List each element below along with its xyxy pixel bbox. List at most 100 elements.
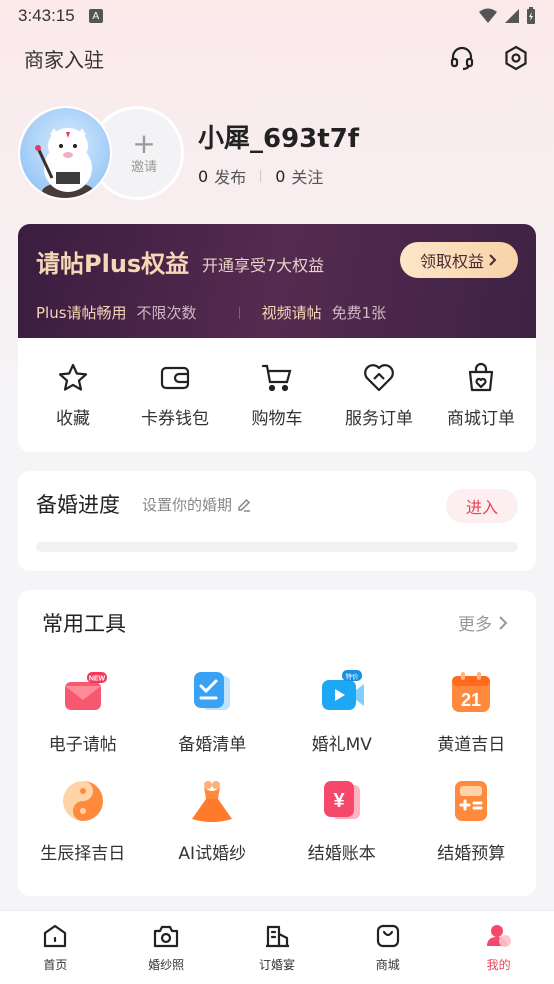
tool-label: 结婚预算 — [437, 844, 506, 864]
yin-yang-icon — [62, 781, 103, 821]
plus-benefits-row: Plus请帖畅用 不限次数 视频请帖 免费1张 — [36, 302, 518, 323]
profile-stats: 0 发布 0 关注 — [198, 164, 323, 188]
tools-more-link[interactable]: 更多 — [458, 610, 508, 635]
budget-calculator-icon — [455, 781, 488, 821]
tool-ai-dress[interactable]: AI试婚纱 — [148, 777, 278, 864]
cart-button[interactable]: 购物车 — [227, 362, 327, 429]
username: 小犀_693t7f — [198, 124, 360, 154]
common-tools-card: 常用工具 更多 NEW 电子请帖 备婚清单 特价 婚礼MV 21 黄道吉日 生辰… — [18, 590, 536, 896]
service-order-icon — [364, 363, 394, 391]
tools-grid: NEW 电子请帖 备婚清单 特价 婚礼MV 21 黄道吉日 生辰择吉日 AI试婚… — [18, 668, 536, 864]
signal-icon — [505, 9, 519, 23]
tab-me[interactable]: 我的 — [449, 922, 549, 973]
cart-label: 购物车 — [251, 408, 303, 429]
cart-icon — [261, 364, 292, 391]
tool-auspicious-days[interactable]: 21 黄道吉日 — [407, 668, 537, 755]
checklist-icon — [194, 672, 231, 710]
tab-label: 首页 — [43, 958, 68, 972]
following-count[interactable]: 0 — [275, 167, 285, 186]
claim-benefits-button[interactable]: 领取权益 — [400, 242, 518, 278]
invite-label: 邀请 — [130, 159, 157, 175]
enter-prep-button[interactable]: 进入 — [446, 489, 518, 523]
quick-actions: 收藏 卡券钱包 购物车 服务订单 商城订单 — [18, 338, 536, 452]
favorites-label: 收藏 — [56, 408, 90, 429]
calendar-icon: 21 — [452, 672, 491, 712]
tool-label: 备婚清单 — [178, 735, 247, 755]
tool-wedding-budget[interactable]: 结婚预算 — [407, 777, 537, 864]
tab-label: 我的 — [486, 958, 511, 972]
following-label[interactable]: 关注 — [291, 164, 323, 188]
tool-label: AI试婚纱 — [178, 844, 247, 864]
tool-e-invitation[interactable]: NEW 电子请帖 — [18, 668, 148, 755]
benefit2-key: 视频请帖 — [261, 304, 322, 322]
tab-label: 订婚宴 — [258, 958, 295, 972]
bottom-tab-bar: 首页 婚纱照 订婚宴 商城 我的 — [0, 910, 554, 984]
plus-benefits-card[interactable]: 请帖Plus权益 开通享受7大权益 领取权益 Plus请帖畅用 不限次数 视频请… — [18, 224, 536, 338]
wallet-label: 卡券钱包 — [141, 408, 209, 429]
posts-count[interactable]: 0 — [198, 167, 208, 186]
mall-orders-label: 商城订单 — [447, 408, 515, 429]
tab-label: 商城 — [375, 958, 400, 972]
benefit1-key: Plus请帖畅用 — [36, 304, 127, 322]
new-badge-text: NEW — [89, 676, 106, 683]
tool-label: 电子请帖 — [48, 735, 117, 755]
status-time: 3:43:15 — [18, 6, 75, 25]
plus-icon: + — [132, 126, 156, 160]
wallet-button[interactable]: 卡券钱包 — [125, 362, 225, 429]
prep-title: 备婚进度 — [36, 493, 120, 517]
plus-subtitle: 开通享受7大权益 — [202, 256, 325, 275]
benefit2-value: 免费1张 — [331, 304, 387, 322]
camera-icon — [154, 925, 179, 948]
settings-button[interactable] — [502, 44, 530, 72]
tool-wedding-mv[interactable]: 特价 婚礼MV — [277, 668, 407, 755]
tool-label: 婚礼MV — [311, 735, 372, 755]
tool-label: 黄道吉日 — [437, 735, 506, 755]
banquet-icon — [265, 925, 289, 948]
avatar[interactable] — [18, 106, 112, 200]
e-invitation-icon: NEW — [64, 672, 107, 710]
service-orders-button[interactable]: 服务订单 — [329, 362, 429, 429]
mall-orders-button[interactable]: 商城订单 — [431, 362, 531, 429]
me-icon — [486, 925, 511, 947]
tab-home[interactable]: 首页 — [5, 922, 105, 973]
tool-label: 结婚账本 — [307, 844, 376, 864]
gear-icon — [505, 45, 527, 71]
mall-order-icon — [468, 362, 494, 391]
tab-mall[interactable]: 商城 — [338, 922, 438, 973]
home-icon — [44, 924, 67, 948]
ledger-icon: ¥ — [323, 781, 360, 819]
plus-title: 请帖Plus权益 — [36, 250, 190, 278]
service-orders-label: 服务订单 — [345, 408, 413, 429]
tool-checklist[interactable]: 备婚清单 — [148, 668, 278, 755]
more-label: 更多 — [458, 615, 492, 635]
posts-label[interactable]: 发布 — [214, 164, 246, 188]
dress-icon — [192, 781, 233, 822]
tools-title: 常用工具 — [42, 612, 126, 636]
avatar-image — [20, 108, 110, 198]
headset-icon — [450, 46, 474, 71]
mall-icon — [376, 924, 399, 948]
battery-icon — [527, 7, 535, 24]
claim-label: 领取权益 — [419, 252, 484, 271]
merchant-entry-link[interactable]: 商家入驻 — [24, 44, 104, 73]
set-wedding-date-link[interactable]: 设置你的婚期 — [142, 494, 252, 515]
tool-wedding-ledger[interactable]: ¥ 结婚账本 — [277, 777, 407, 864]
prep-progress-bar — [36, 542, 518, 552]
tab-wedding-photos[interactable]: 婚纱照 — [116, 922, 216, 973]
wedding-prep-card[interactable]: 备婚进度 设置你的婚期 进入 — [18, 471, 536, 571]
stats-divider — [260, 170, 262, 182]
rhino-mascot-icon — [35, 128, 94, 198]
tool-label: 生辰择吉日 — [40, 844, 126, 864]
wedding-mv-icon: 特价 — [321, 670, 364, 710]
top-header: 商家入驻 — [0, 38, 554, 78]
chevron-right-icon — [499, 615, 508, 630]
wifi-icon — [479, 8, 497, 23]
wallet-icon — [160, 366, 190, 389]
calendar-day-text: 21 — [461, 690, 481, 710]
tab-banquet[interactable]: 订婚宴 — [227, 922, 327, 973]
favorites-button[interactable]: 收藏 — [23, 362, 123, 429]
edit-pencil-icon — [238, 498, 251, 512]
customer-service-button[interactable] — [448, 44, 476, 72]
chevron-right-icon — [489, 254, 497, 266]
tool-birth-date-picker[interactable]: 生辰择吉日 — [18, 777, 148, 864]
